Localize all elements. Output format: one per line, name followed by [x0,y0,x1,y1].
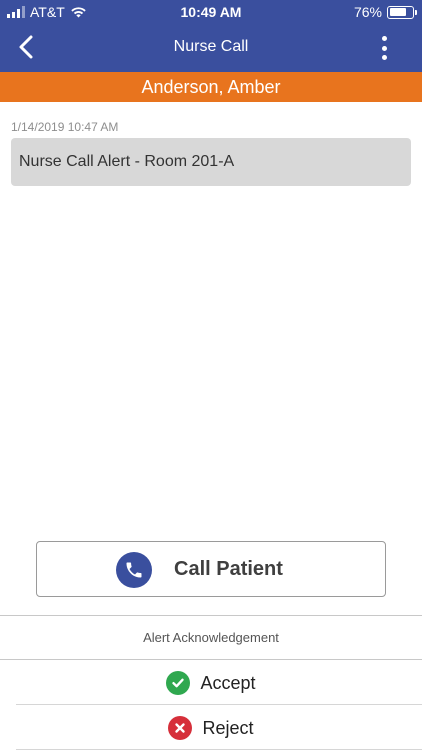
alert-timestamp: 1/14/2019 10:47 AM [11,120,119,134]
reject-button[interactable]: Reject [0,707,422,749]
more-menu-button[interactable] [380,36,388,60]
battery-group: 76% [353,4,417,20]
chevron-left-icon [19,35,33,59]
battery-percent: 76% [353,4,382,20]
app-header: AT&T 10:49 AM 76% Nurse Call [0,0,422,72]
acknowledgement-title: Alert Acknowledgement [143,630,279,645]
check-circle-icon [166,671,191,695]
phone-icon [116,552,152,588]
divider [0,615,422,616]
accept-button[interactable]: Accept [0,662,422,704]
status-bar: AT&T 10:49 AM 76% [0,0,422,24]
divider [0,659,422,660]
call-patient-button[interactable]: Call Patient [36,541,386,597]
patient-name-banner: Anderson, Amber [0,72,422,102]
divider [16,704,422,705]
accept-label: Accept [200,672,256,693]
page-title: Nurse Call [173,38,249,55]
reject-label: Reject [202,717,254,738]
back-button[interactable] [14,34,40,60]
x-circle-icon [168,716,193,740]
alert-message: Nurse Call Alert - Room 201-A [11,138,411,186]
battery-icon [387,5,417,19]
call-patient-label: Call Patient [174,558,283,580]
more-vertical-icon [381,36,387,41]
